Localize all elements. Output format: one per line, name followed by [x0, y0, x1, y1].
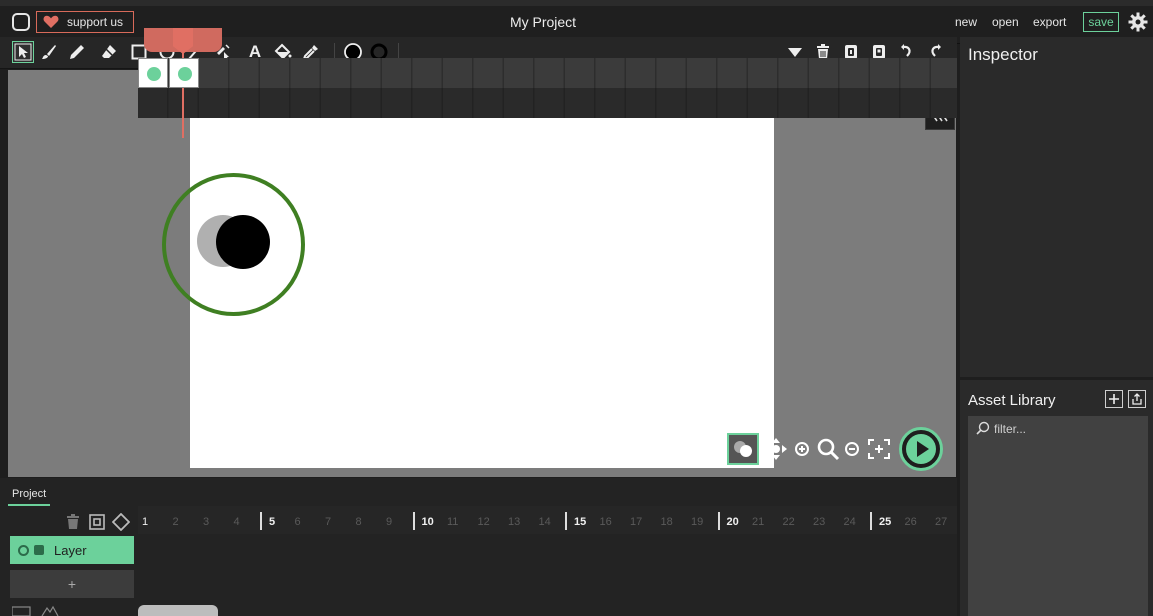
timeline-controls [60, 511, 136, 533]
frame-number[interactable]: 7 [321, 516, 351, 528]
frame-number[interactable]: 2 [169, 516, 199, 528]
keyframe[interactable] [138, 58, 168, 88]
frame-number[interactable]: 8 [352, 516, 382, 528]
frame-number[interactable]: 13 [504, 516, 534, 528]
timeline-bottom-icons [12, 605, 59, 616]
save-button[interactable]: save [1083, 12, 1119, 32]
inspector-title: Inspector [968, 45, 1038, 64]
tab-project[interactable]: Project [8, 484, 51, 506]
frame-number[interactable]: 18 [657, 516, 687, 528]
layer-item[interactable]: Layer [10, 536, 134, 564]
frame-number[interactable]: 4 [230, 516, 260, 528]
pencil-tool-icon[interactable] [66, 41, 88, 63]
asset-filter-input[interactable] [992, 420, 1142, 438]
add-asset-button[interactable] [1105, 390, 1123, 408]
highlight-ring [162, 173, 305, 316]
play-button[interactable] [899, 427, 943, 471]
cursor-tool-icon[interactable] [12, 41, 34, 63]
frame-grid[interactable] [138, 58, 957, 118]
frame-number[interactable]: 22 [779, 516, 809, 528]
frame-number[interactable]: 5 [260, 512, 290, 530]
support-us-button[interactable]: support us [36, 11, 134, 33]
frame-number[interactable]: 24 [840, 516, 870, 528]
frame-number[interactable]: 9 [382, 516, 412, 528]
zoom-in-icon [795, 442, 809, 456]
plus-icon [1109, 394, 1119, 404]
magnifier-icon [817, 438, 840, 461]
frame-number[interactable]: 6 [291, 516, 321, 528]
frame-number[interactable]: 16 [596, 516, 626, 528]
export-link[interactable]: export [1033, 15, 1066, 29]
add-tween-icon[interactable] [112, 513, 130, 531]
frame-number[interactable]: 20 [717, 512, 748, 530]
inspector-panel: Inspector [960, 37, 1153, 377]
fit-canvas-button[interactable] [865, 435, 893, 463]
timeline-scrollbar[interactable] [138, 605, 218, 616]
frame-number[interactable]: 1 [138, 516, 168, 528]
gear-icon[interactable] [1128, 12, 1148, 32]
heart-icon [43, 15, 59, 28]
asset-list[interactable] [968, 416, 1148, 616]
frame-number[interactable]: 15 [565, 512, 595, 530]
eye-icon[interactable] [18, 545, 29, 556]
support-us-label: support us [67, 15, 124, 29]
zoom-out-icon [845, 442, 859, 456]
delete-frame-icon[interactable] [64, 513, 82, 531]
keyframe-dot [147, 67, 161, 81]
project-title[interactable]: My Project [440, 14, 646, 30]
frame-number[interactable]: 19 [687, 516, 717, 528]
frame-ruler[interactable]: 1 2 3 4 5 6 7 8 9 10 11 12 13 14 15 16 17 18 19 20 21 22 23 24 2… [138, 506, 957, 534]
frame-number[interactable]: 25 [870, 512, 900, 530]
frame-number[interactable]: 10 [412, 512, 443, 530]
frame-number[interactable]: 14 [535, 516, 565, 528]
frame-number[interactable]: 3 [199, 516, 229, 528]
frame-number[interactable]: 23 [809, 516, 839, 528]
new-project-link[interactable]: new [955, 15, 977, 29]
search-icon [976, 421, 990, 435]
frame-grid-empty-row [138, 88, 957, 118]
import-asset-button[interactable] [1128, 390, 1146, 408]
open-project-link[interactable]: open [992, 15, 1019, 29]
play-icon [906, 434, 936, 464]
zoom-in-button[interactable] [793, 435, 811, 463]
frame-number[interactable]: 17 [626, 516, 656, 528]
zoom-out-button[interactable] [843, 435, 861, 463]
frame-number[interactable]: 26 [901, 516, 931, 528]
pan-arrows-icon [765, 438, 787, 460]
keyframe[interactable] [168, 58, 199, 88]
frame-number[interactable]: 21 [748, 516, 778, 528]
view-controls [727, 427, 949, 471]
add-layer-button[interactable]: + [10, 570, 134, 598]
keyframe-dot [177, 67, 192, 81]
zoom-reset-button[interactable] [815, 435, 841, 463]
pan-button[interactable] [763, 435, 789, 463]
add-frame-icon[interactable] [88, 513, 106, 531]
film-icon[interactable] [12, 606, 31, 616]
asset-library-panel: Asset Library [960, 380, 1153, 616]
frame-number[interactable]: 27 [931, 516, 961, 528]
brush-tool-icon[interactable] [38, 41, 60, 63]
mountain-icon[interactable] [41, 605, 59, 616]
frame-number[interactable]: 11 [443, 516, 473, 528]
frame-number[interactable]: 12 [474, 516, 504, 528]
canvas-workspace[interactable] [8, 70, 956, 477]
lock-icon[interactable] [34, 545, 44, 555]
window-strip [0, 0, 1153, 6]
asset-library-title: Asset Library [968, 392, 1056, 409]
fit-screen-icon [868, 439, 890, 459]
upload-icon [1132, 393, 1142, 405]
eraser-tool-icon[interactable] [98, 41, 120, 63]
timeline-panel: Project 1 2 3 4 5 6 7 8 9 10 11 12 13 14 15 16 17 18 19 20 2… [0, 478, 957, 616]
onion-skin-icon [734, 441, 752, 457]
wick-logo-icon[interactable] [12, 13, 30, 31]
layer-name: Layer [54, 543, 87, 558]
onion-skin-toggle[interactable] [727, 433, 759, 465]
